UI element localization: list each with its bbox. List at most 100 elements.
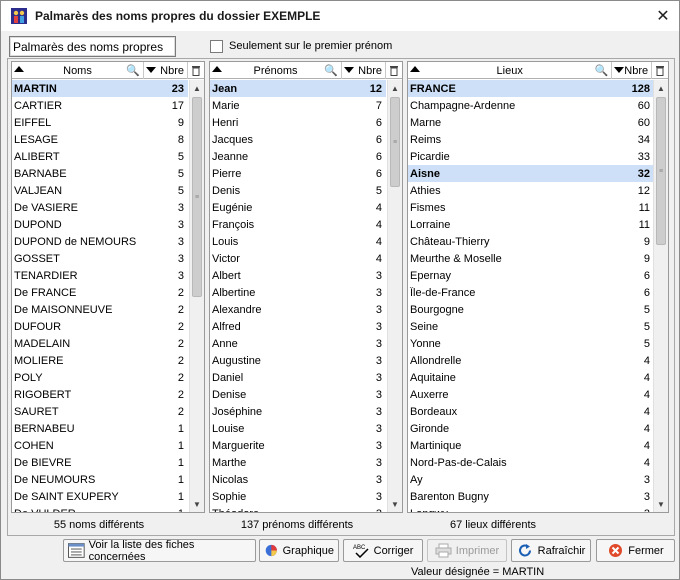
scroll-up-icon[interactable]: ▲ [654,81,668,95]
places-row[interactable]: Auxerre 4 [408,386,654,403]
first-names-row[interactable]: Daniel 3 [210,369,386,386]
places-row[interactable]: Lorraine 11 [408,216,654,233]
correct-button[interactable]: ABC Corriger [343,539,423,562]
first-names-row[interactable]: Albert 3 [210,267,386,284]
first-names-row[interactable]: Joséphine 3 [210,403,386,420]
places-row[interactable]: Martinique 4 [408,437,654,454]
names-row[interactable]: DUPOND de NEMOURS 3 [12,233,188,250]
first-names-row[interactable]: Sophie 3 [210,488,386,505]
places-row[interactable]: Marne 60 [408,114,654,131]
sort-descending-icon[interactable] [614,67,625,73]
first-names-row[interactable]: François 4 [210,216,386,233]
first-names-row[interactable]: Jacques 6 [210,131,386,148]
first-names-row[interactable]: Eugénie 4 [210,199,386,216]
chart-button[interactable]: Graphique [259,539,339,562]
close-button[interactable]: Fermer [596,539,675,562]
first-name-only-option[interactable]: Seulement sur le premier prénom [210,38,392,54]
scroll-thumb[interactable]: ≡ [390,97,400,187]
names-row[interactable]: DUPOND 3 [12,216,188,233]
places-row[interactable]: Fismes 11 [408,199,654,216]
refresh-button[interactable]: Rafraîchir [511,539,591,562]
places-list[interactable]: Lieux 🔍 Nbre FRANCE 128 Champagne-Ardenne 6… [407,61,669,513]
places-row[interactable]: Aquitaine 4 [408,369,654,386]
view-records-button[interactable]: Voir la liste des fiches concernées [63,539,256,563]
names-row[interactable]: EIFFEL 9 [12,114,188,131]
names-row[interactable]: ALIBERT 5 [12,148,188,165]
first-names-row[interactable]: Théodore3 [210,505,386,513]
first-names-list[interactable]: Prénoms 🔍 Nbre Jean 12 Marie 7 Henri 6 Jacques… [209,61,403,513]
first-names-scrollbar[interactable]: ▲ ≡ ▼ [387,80,402,512]
names-row[interactable]: De FRANCE 2 [12,284,188,301]
sort-descending-icon[interactable] [344,67,354,73]
places-row[interactable]: Allondrelle 4 [408,352,654,369]
search-icon[interactable]: 🔍 [324,64,338,77]
first-names-row[interactable]: Albertine 3 [210,284,386,301]
first-names-row[interactable]: Denis 5 [210,182,386,199]
search-icon[interactable]: 🔍 [595,64,609,77]
places-row[interactable]: Seine 5 [408,318,654,335]
trash-icon[interactable] [652,62,668,79]
trash-icon[interactable] [386,62,402,79]
names-row[interactable]: MARTIN 23 [12,80,188,97]
places-row[interactable]: Longwy3 [408,505,654,513]
names-row[interactable]: De VASIERE 3 [12,199,188,216]
names-row[interactable]: GOSSET 3 [12,250,188,267]
scroll-down-icon[interactable]: ▼ [190,497,204,511]
names-row[interactable]: POLY 2 [12,369,188,386]
places-row[interactable]: Bordeaux 4 [408,403,654,420]
scroll-down-icon[interactable]: ▼ [654,497,668,511]
tab-palmares[interactable]: Palmarès des noms propres [9,36,176,57]
names-row[interactable]: De BIEVRE 1 [12,454,188,471]
names-row[interactable]: TENARDIER 3 [12,267,188,284]
places-row[interactable]: Aisne 32 [408,165,654,182]
first-names-row[interactable]: Marthe 3 [210,454,386,471]
names-row[interactable]: SAURET 2 [12,403,188,420]
names-row[interactable]: BERNABEU 1 [12,420,188,437]
scroll-thumb[interactable]: ≡ [656,97,666,245]
first-names-row[interactable]: Nicolas 3 [210,471,386,488]
names-row[interactable]: MADELAIN 2 [12,335,188,352]
scroll-down-icon[interactable]: ▼ [388,497,402,511]
places-row[interactable]: Reims 34 [408,131,654,148]
names-row[interactable]: De NEUMOURS 1 [12,471,188,488]
first-names-row[interactable]: Alexandre 3 [210,301,386,318]
places-row[interactable]: Barenton Bugny 3 [408,488,654,505]
first-names-count-header[interactable]: Nbre [342,62,386,79]
first-names-row[interactable]: Jeanne 6 [210,148,386,165]
names-row[interactable]: LESAGE 8 [12,131,188,148]
places-row[interactable]: Île-de-France 6 [408,284,654,301]
first-names-row[interactable]: Victor 4 [210,250,386,267]
first-names-column-header[interactable]: Prénoms 🔍 [210,62,342,79]
first-name-only-checkbox[interactable] [210,39,223,53]
names-row[interactable]: De VULDER1 [12,505,188,513]
print-button[interactable]: Imprimer [427,539,507,562]
names-row[interactable]: De MAISONNEUVE 2 [12,301,188,318]
first-names-row[interactable]: Louis 4 [210,233,386,250]
trash-icon[interactable] [188,62,204,79]
close-window-icon[interactable]: ✕ [651,4,675,28]
first-names-row[interactable]: Denise 3 [210,386,386,403]
places-row[interactable]: Champagne-Ardenne 60 [408,97,654,114]
places-row[interactable]: Yonne 5 [408,335,654,352]
search-icon[interactable]: 🔍 [126,64,140,77]
places-scrollbar[interactable]: ▲ ≡ ▼ [653,80,668,512]
first-names-row[interactable]: Marguerite 3 [210,437,386,454]
places-row[interactable]: Athies 12 [408,182,654,199]
first-names-row[interactable]: Augustine 3 [210,352,386,369]
names-row[interactable]: DUFOUR 2 [12,318,188,335]
first-names-row[interactable]: Jean 12 [210,80,386,97]
names-count-header[interactable]: Nbre [144,62,188,79]
names-row[interactable]: BARNABE 5 [12,165,188,182]
names-row[interactable]: CARTIER 17 [12,97,188,114]
sort-ascending-icon[interactable] [410,66,420,72]
places-row[interactable]: Nord-Pas-de-Calais 4 [408,454,654,471]
names-column-header[interactable]: Noms 🔍 [12,62,144,79]
names-row[interactable]: RIGOBERT 2 [12,386,188,403]
places-row[interactable]: FRANCE 128 [408,80,654,97]
places-row[interactable]: Picardie 33 [408,148,654,165]
sort-ascending-icon[interactable] [212,66,222,72]
first-names-row[interactable]: Louise 3 [210,420,386,437]
places-row[interactable]: Château-Thierry 9 [408,233,654,250]
places-count-header[interactable]: Nbre [612,62,653,79]
scroll-up-icon[interactable]: ▲ [190,81,204,95]
